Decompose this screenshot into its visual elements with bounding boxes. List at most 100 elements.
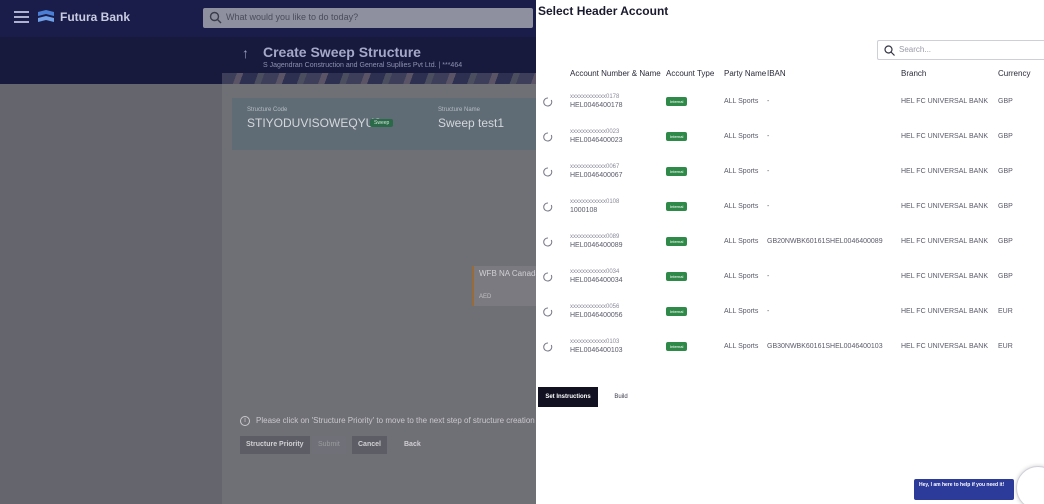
- back-button[interactable]: Back: [398, 436, 427, 454]
- page-title: Create Sweep Structure: [263, 44, 421, 60]
- table-row[interactable]: xxxxxxxxxxxx0089 HEL0046400089 Internal ALL…: [536, 224, 1044, 259]
- iban-cell: -: [767, 273, 770, 280]
- node-name: WFB NA Canada: [479, 269, 540, 278]
- currency-cell: EUR: [998, 308, 1013, 315]
- iban-cell: -: [767, 203, 770, 210]
- party-name-cell: ALL Sports: [724, 273, 759, 280]
- account-type-cell: Internal: [666, 189, 724, 224]
- radio-button-icon[interactable]: [543, 271, 553, 282]
- table-row[interactable]: xxxxxxxxxxxx0023 HEL0046400023 Internal ALL…: [536, 119, 1044, 154]
- row-select[interactable]: [536, 224, 570, 259]
- column-header-branch[interactable]: Branch: [901, 62, 998, 84]
- select-header-account-panel: Select Header Account Search... Account …: [536, 0, 1044, 504]
- account-cell: xxxxxxxxxxxx0108 1000108: [570, 189, 666, 224]
- account-id: HEL0046400056: [570, 312, 623, 319]
- chatbot-avatar[interactable]: [1016, 466, 1044, 504]
- party-name-cell: ALL Sports: [724, 98, 759, 105]
- table-row[interactable]: xxxxxxxxxxxx0067 HEL0046400067 Internal ALL…: [536, 154, 1044, 189]
- account-cell: xxxxxxxxxxxx0056 HEL0046400056: [570, 294, 666, 329]
- account-type-cell: Internal: [666, 119, 724, 154]
- back-arrow-icon[interactable]: ↑: [242, 45, 249, 61]
- masked-account-number: xxxxxxxxxxxx0056: [570, 304, 620, 310]
- account-type-badge: Internal: [666, 167, 688, 176]
- page-header: ↑ Create Sweep Structure S Jagendran Con…: [0, 37, 536, 84]
- column-header-select: [536, 62, 570, 84]
- radio-button-icon[interactable]: [543, 131, 553, 142]
- masked-account-number: xxxxxxxxxxxx0067: [570, 164, 620, 170]
- row-select[interactable]: [536, 119, 570, 154]
- column-header-account[interactable]: Account Number & Name: [570, 62, 666, 84]
- party-name-cell: ALL Sports: [724, 203, 759, 210]
- row-select[interactable]: [536, 189, 570, 224]
- row-select[interactable]: [536, 259, 570, 294]
- global-search-input[interactable]: What would you like to do today?: [203, 8, 533, 28]
- table-row[interactable]: xxxxxxxxxxxx0056 HEL0046400056 Internal ALL…: [536, 294, 1044, 329]
- account-cell: xxxxxxxxxxxx0023 HEL0046400023: [570, 119, 666, 154]
- table-row[interactable]: xxxxxxxxxxxx0103 HEL0046400103 Internal ALL…: [536, 329, 1044, 364]
- table-header-row: Account Number & Name Account Type Party…: [536, 62, 1044, 84]
- structure-code-label: Structure Code: [247, 107, 288, 113]
- account-type-badge: Internal: [666, 342, 688, 351]
- masked-account-number: xxxxxxxxxxxx0089: [570, 234, 620, 240]
- branch-cell: HEL FC UNIVERSAL BANK: [901, 203, 989, 210]
- set-instructions-button[interactable]: Set Instructions: [538, 387, 598, 407]
- party-name-cell: ALL Sports: [724, 168, 759, 175]
- currency-cell: GBP: [998, 273, 1013, 280]
- account-cell: xxxxxxxxxxxx0089 HEL0046400089: [570, 224, 666, 259]
- account-id: 1000108: [570, 207, 598, 214]
- cancel-button[interactable]: Cancel: [352, 436, 387, 454]
- account-type-badge: Internal: [666, 307, 688, 316]
- account-type-badge: Internal: [666, 132, 688, 141]
- account-type-cell: Internal: [666, 329, 724, 364]
- account-cell: xxxxxxxxxxxx0178 HEL0046400178: [570, 84, 666, 119]
- branch-cell: HEL FC UNIVERSAL BANK: [901, 238, 989, 245]
- search-icon: [209, 11, 222, 24]
- menu-icon[interactable]: [14, 11, 29, 23]
- row-select[interactable]: [536, 329, 570, 364]
- branch-cell: HEL FC UNIVERSAL BANK: [901, 308, 989, 315]
- radio-button-icon[interactable]: [543, 96, 553, 107]
- radio-button-icon[interactable]: [543, 341, 553, 352]
- account-type-cell: Internal: [666, 84, 724, 119]
- chatbot-message[interactable]: Hey, I am here to help if you need it!: [914, 479, 1014, 500]
- party-name-cell: ALL Sports: [724, 133, 759, 140]
- radio-button-icon[interactable]: [543, 166, 553, 177]
- masked-account-number: xxxxxxxxxxxx0103: [570, 339, 620, 345]
- info-text: Please click on 'Structure Priority' to …: [256, 416, 560, 426]
- column-header-currency[interactable]: Currency: [998, 62, 1044, 84]
- account-type-cell: Internal: [666, 259, 724, 294]
- account-id: HEL0046400103: [570, 347, 623, 354]
- branch-cell: HEL FC UNIVERSAL BANK: [901, 133, 989, 140]
- currency-cell: GBP: [998, 203, 1013, 210]
- column-header-iban[interactable]: IBAN: [767, 62, 901, 84]
- account-id: HEL0046400034: [570, 277, 623, 284]
- search-placeholder: Search...: [899, 45, 932, 54]
- account-search-input[interactable]: Search...: [877, 40, 1044, 60]
- table-row[interactable]: xxxxxxxxxxxx0108 1000108 Internal ALL Sport…: [536, 189, 1044, 224]
- currency-cell: GBP: [998, 238, 1013, 245]
- radio-button-icon[interactable]: [543, 236, 553, 247]
- radio-button-icon[interactable]: [543, 201, 553, 212]
- row-select[interactable]: [536, 84, 570, 119]
- account-id: HEL0046400178: [570, 102, 623, 109]
- bank-logo-icon: [38, 10, 54, 22]
- accounts-table: Account Number & Name Account Type Party…: [536, 62, 1044, 364]
- column-header-type[interactable]: Account Type: [666, 62, 724, 84]
- masked-account-number: xxxxxxxxxxxx0108: [570, 199, 620, 205]
- row-select[interactable]: [536, 294, 570, 329]
- branch-cell: HEL FC UNIVERSAL BANK: [901, 343, 989, 350]
- branch-cell: HEL FC UNIVERSAL BANK: [901, 168, 989, 175]
- column-header-party[interactable]: Party Name: [724, 62, 767, 84]
- structure-priority-button[interactable]: Structure Priority: [240, 436, 310, 454]
- structure-name: Sweep test1: [438, 116, 505, 130]
- table-row[interactable]: xxxxxxxxxxxx0178 HEL0046400178 Internal ALL…: [536, 84, 1044, 119]
- row-select[interactable]: [536, 154, 570, 189]
- submit-button[interactable]: Submit: [312, 436, 346, 454]
- account-id: HEL0046400089: [570, 242, 623, 249]
- structure-node-card[interactable]: WFB NA Canada AED: [472, 266, 540, 306]
- page-subtitle: S Jagendran Construction and General Sup…: [263, 62, 463, 69]
- table-row[interactable]: xxxxxxxxxxxx0034 HEL0046400034 Internal ALL…: [536, 259, 1044, 294]
- build-button[interactable]: Build: [602, 387, 640, 407]
- masked-account-number: xxxxxxxxxxxx0023: [570, 129, 620, 135]
- radio-button-icon[interactable]: [543, 306, 553, 317]
